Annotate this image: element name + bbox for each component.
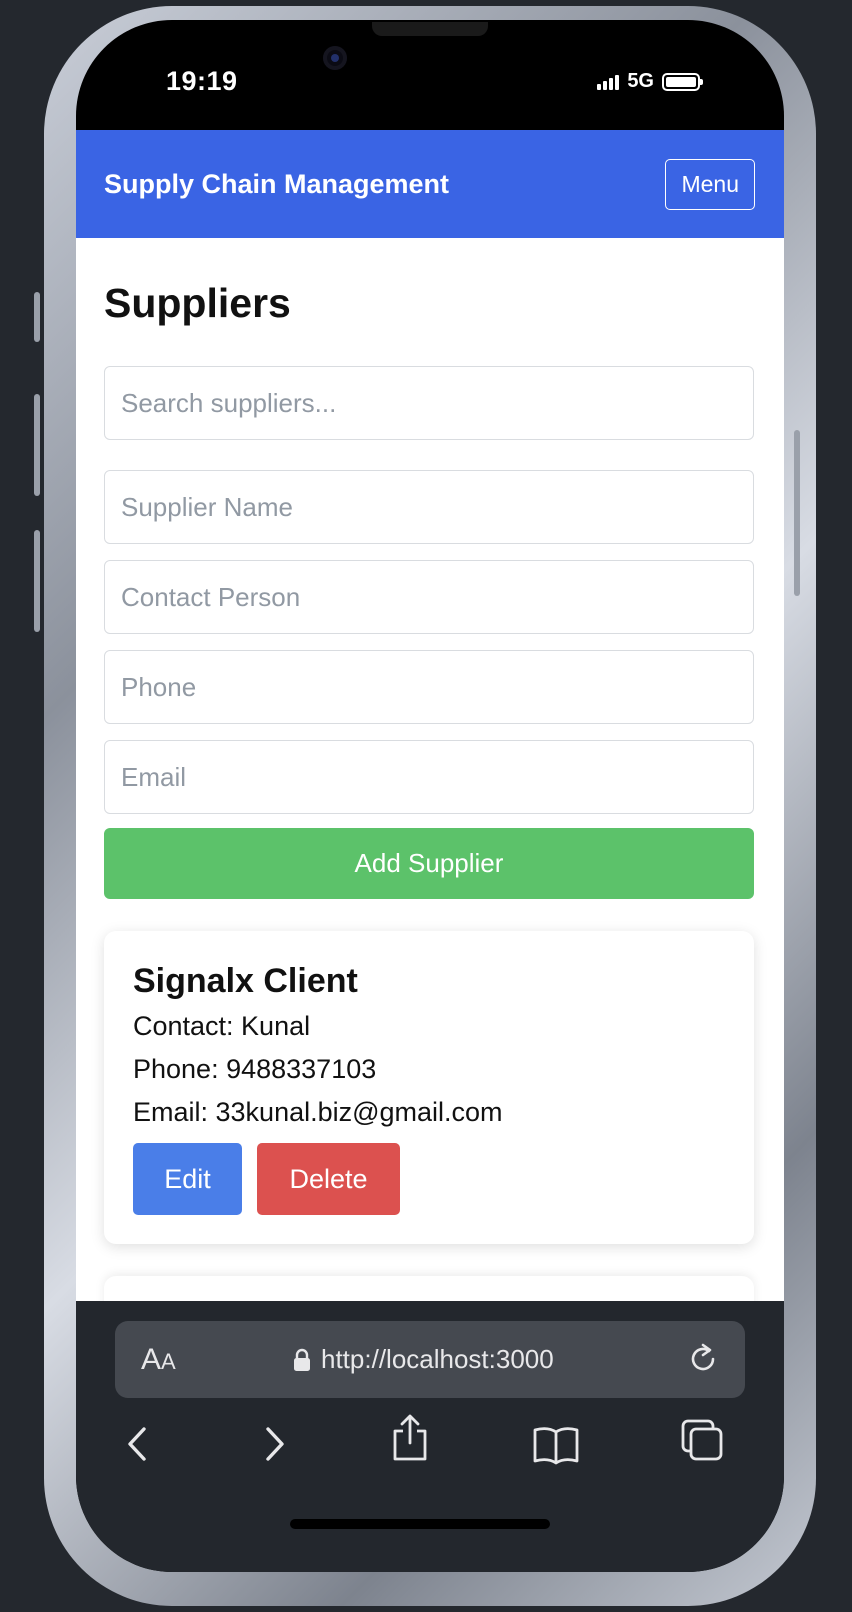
browser-nav-row [76,1414,784,1479]
supplier-email: Email: 33kunal.biz@gmail.com [133,1097,503,1127]
email-field[interactable] [104,740,754,814]
power-button [794,430,800,596]
supplier-card-next [104,1276,754,1301]
supplier-card: Signalx Client Contact: Kunal Phone: 948… [104,931,754,1244]
web-page: Supply Chain Management Menu Suppliers A… [76,130,784,1301]
back-icon[interactable] [112,1419,162,1469]
main-content: Suppliers Add Supplier Signalx Client Co… [76,280,784,1301]
volume-up-button [34,394,40,496]
battery-icon [662,72,703,91]
address-bar[interactable]: AA http://localhost:3000 [115,1321,745,1398]
menu-button[interactable]: Menu [665,158,755,210]
mute-switch [34,292,40,342]
add-supplier-button[interactable]: Add Supplier [104,828,754,899]
forward-icon[interactable] [250,1419,300,1469]
edit-button[interactable]: Edit [133,1143,242,1215]
bookmarks-icon[interactable] [531,1419,581,1469]
text-size-button[interactable]: AA [141,1343,176,1377]
supplier-actions: Edit Delete [133,1143,726,1215]
url-text: http://localhost:3000 [321,1344,554,1374]
status-indicators: 5G [597,70,703,93]
reload-icon[interactable] [685,1341,721,1377]
app-navbar: Supply Chain Management Menu [76,130,784,238]
phone-screen: 19:19 5G Supply Chain Management Menu Su… [76,20,784,1572]
signal-strength-icon [597,74,620,90]
supplier-name: Signalx Client [133,962,358,1000]
front-camera [323,46,347,70]
search-input[interactable] [104,366,754,440]
contact-person-field[interactable] [104,560,754,634]
volume-down-button [34,530,40,632]
tabs-icon[interactable] [677,1415,727,1465]
supplier-phone: Phone: 9488337103 [133,1054,377,1084]
speaker-grille [372,22,488,36]
share-icon[interactable] [385,1413,435,1463]
phone-field[interactable] [104,650,754,724]
lock-icon [294,1348,310,1371]
status-time: 19:19 [166,66,238,96]
browser-toolbar: AA http://localhost:3000 [76,1301,784,1572]
network-type: 5G [627,70,654,92]
supplier-name-field[interactable] [104,470,754,544]
page-title: Suppliers [104,280,291,326]
app-brand[interactable]: Supply Chain Management [104,169,449,200]
url-display[interactable]: http://localhost:3000 [293,1344,554,1375]
home-indicator[interactable] [290,1519,550,1529]
delete-button[interactable]: Delete [257,1143,400,1215]
device-stage: 19:19 5G Supply Chain Management Menu Su… [0,0,852,1612]
supplier-contact: Contact: Kunal [133,1011,311,1041]
